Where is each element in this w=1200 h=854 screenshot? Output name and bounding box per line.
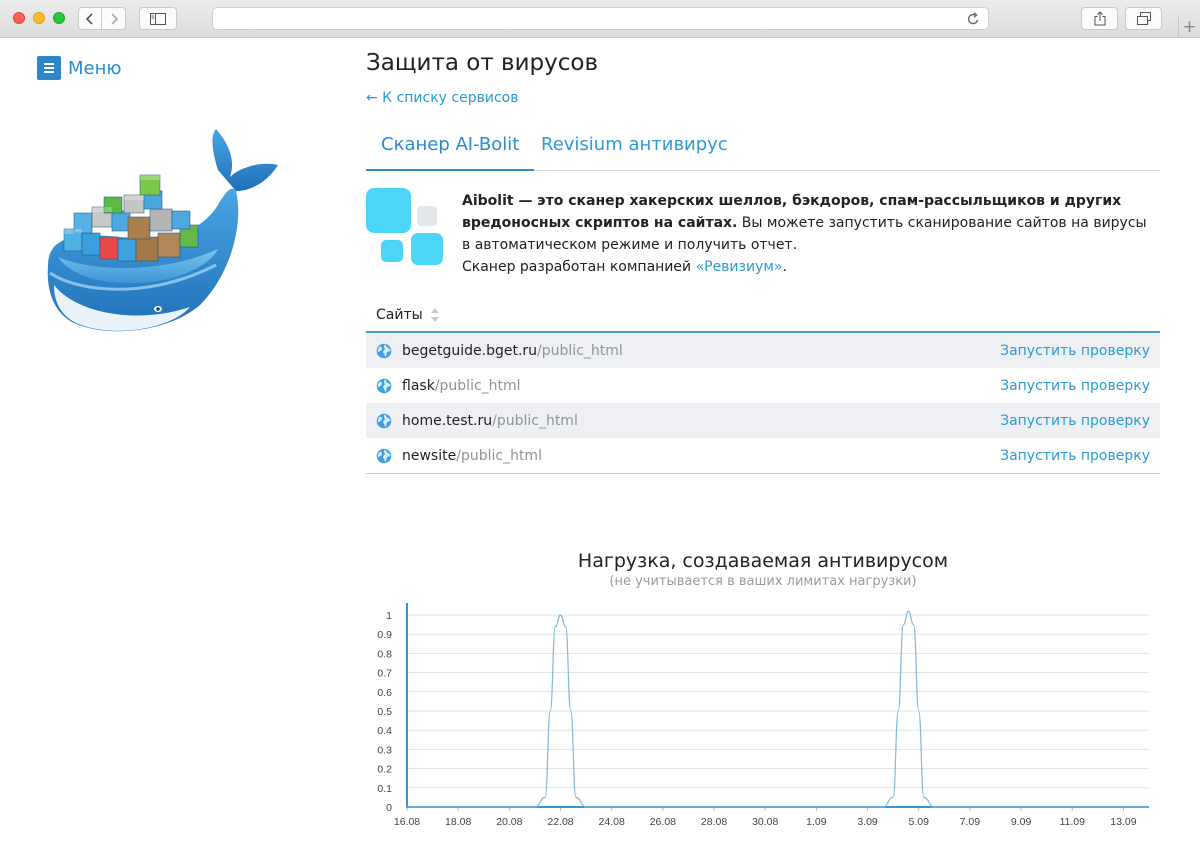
site-host: begetguide.bget.ru [402, 342, 538, 359]
site-host: home.test.ru [402, 412, 493, 429]
globe-icon [376, 448, 392, 464]
address-bar[interactable] [212, 7, 989, 30]
tabs-overview-button[interactable] [1125, 7, 1162, 30]
site-host: newsite [402, 447, 457, 464]
site-path: /public_html [434, 377, 521, 394]
x-tick-label: 24.08 [599, 816, 625, 828]
x-tick-label: 1.09 [806, 816, 827, 828]
run-scan-button[interactable]: Запустить проверку [1000, 448, 1150, 464]
sidebar-icon [150, 12, 166, 25]
menu-label: Меню [68, 57, 122, 79]
site-path: /public_html [537, 342, 623, 359]
y-tick-label: 0.8 [377, 648, 392, 660]
y-tick-label: 0.7 [377, 668, 392, 680]
globe-icon [376, 413, 392, 429]
docker-whale-illustration [47, 129, 278, 332]
x-tick-label: 16.08 [394, 816, 420, 828]
y-tick-label: 0.3 [377, 744, 392, 756]
sites-column-header[interactable]: Сайты [366, 298, 1160, 333]
sites-table: Сайты begetguide.bget.ru/public_html Запу… [366, 298, 1160, 474]
share-icon [1094, 11, 1105, 26]
x-tick-label: 11.09 [1059, 816, 1085, 828]
x-tick-label: 7.09 [960, 816, 981, 828]
x-tick-label: 26.08 [650, 816, 676, 828]
site-path: /public_html [492, 412, 578, 429]
series-line [407, 610, 1149, 808]
x-tick-label: 30.08 [752, 816, 778, 828]
globe-icon [376, 378, 392, 394]
y-tick-label: 0.2 [377, 764, 392, 776]
site-path: /public_html [456, 447, 542, 464]
window-maximize-button[interactable] [53, 12, 65, 24]
globe-icon [376, 343, 392, 359]
back-button[interactable] [78, 7, 102, 30]
scanner-description: Aibolit — это сканер хакерских шеллов, б… [462, 190, 1152, 278]
y-tick-label: 0.1 [377, 783, 392, 795]
x-tick-label: 18.08 [445, 816, 471, 828]
run-scan-button[interactable]: Запустить проверку [1000, 343, 1150, 359]
window-minimize-button[interactable] [33, 12, 45, 24]
y-tick-label: 0.6 [377, 687, 392, 699]
page-title: Защита от вирусов [366, 50, 599, 76]
x-tick-label: 9.09 [1011, 816, 1032, 828]
y-tick-label: 0 [386, 802, 392, 814]
y-tick-label: 0.4 [377, 725, 392, 737]
window-close-button[interactable] [13, 12, 25, 24]
y-tick-label: 0.5 [377, 706, 392, 718]
sites-header-label: Сайты [376, 306, 423, 323]
revisium-link[interactable]: «Ревизиум» [696, 259, 783, 275]
chevron-left-icon [85, 12, 93, 25]
x-tick-label: 5.09 [909, 816, 930, 828]
tab-revisium[interactable]: Revisium антивирус [526, 126, 743, 171]
browser-toolbar: + [0, 0, 1200, 38]
tab-ai-bolit[interactable]: Сканер AI-Bolit [366, 126, 535, 171]
menu-button[interactable]: Меню [37, 56, 122, 80]
chart-title: Нагрузка, создаваемая антивирусом [577, 550, 949, 572]
run-scan-button[interactable]: Запустить проверку [1000, 413, 1150, 429]
table-row: newsite/public_html Запустить проверку [366, 438, 1160, 473]
forward-button[interactable] [102, 7, 126, 30]
hamburger-icon [37, 56, 61, 80]
developer-prefix: Сканер разработан компанией [462, 259, 696, 275]
y-tick-label: 1 [386, 610, 392, 622]
sidebar-toggle-button[interactable] [139, 7, 177, 30]
y-tick-label: 0.9 [377, 629, 392, 641]
x-tick-label: 3.09 [857, 816, 878, 828]
chart-subtitle: (не учитывается в ваших лимитах нагрузки… [609, 574, 917, 589]
x-tick-label: 20.08 [496, 816, 522, 828]
new-tab-button[interactable]: + [1178, 15, 1200, 38]
x-tick-label: 13.09 [1110, 816, 1136, 828]
chevron-right-icon [110, 12, 118, 25]
plus-icon: + [1182, 16, 1197, 37]
developer-suffix: . [782, 259, 787, 275]
back-to-services-link[interactable]: ← К списку сервисов [366, 90, 518, 106]
table-row: home.test.ru/public_html Запустить провер… [366, 403, 1160, 438]
table-row: begetguide.bget.ru/public_html Запустить … [366, 333, 1160, 368]
table-row: flask/public_html Запустить проверку [366, 368, 1160, 403]
run-scan-button[interactable]: Запустить проверку [1000, 378, 1150, 394]
share-button[interactable] [1081, 7, 1118, 30]
reload-icon[interactable] [967, 12, 980, 26]
aibolit-logo-icon [366, 188, 443, 265]
site-host: flask [402, 377, 435, 394]
tabs-icon [1136, 12, 1151, 25]
antivirus-load-chart: 0 0.1 0.2 0.3 0.4 0.5 0.6 0.7 0.8 0.9 1 16.08 18.08 2… [377, 603, 1149, 828]
x-tick-label: 22.08 [547, 816, 573, 828]
scanner-tabs: Сканер AI-Bolit Revisium антивирус [366, 126, 1160, 171]
sort-icon [430, 307, 439, 322]
x-tick-label: 28.08 [701, 816, 727, 828]
